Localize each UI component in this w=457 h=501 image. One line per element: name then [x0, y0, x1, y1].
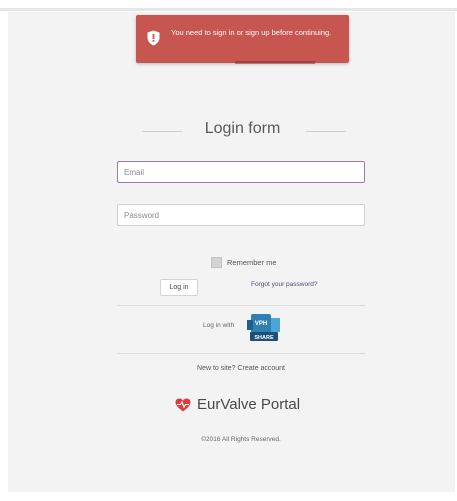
remember-checkbox[interactable]	[211, 257, 222, 268]
alert-message: You need to sign in or sign up before co…	[171, 28, 332, 37]
heart-icon	[175, 398, 191, 412]
top-border	[0, 8, 457, 11]
login-panel	[8, 12, 455, 492]
alert-banner: You need to sign in or sign up before co…	[136, 15, 349, 63]
alert-shadow-bar	[235, 61, 315, 64]
copyright: ©2016 All Rights Reserved.	[201, 436, 281, 443]
forgot-password-link[interactable]: Forgot your password?	[251, 281, 317, 288]
email-input[interactable]	[117, 161, 365, 183]
remember-label: Remember me	[227, 258, 277, 267]
form-header: Login form	[120, 120, 365, 142]
title-rule-right	[306, 131, 346, 132]
vph-share-logo[interactable]: VPH SHARE	[245, 314, 282, 343]
shield-icon	[147, 30, 160, 46]
login-button[interactable]: Log in	[160, 279, 198, 296]
login-with-label: Log in with	[203, 322, 235, 329]
vph-logo-text: VPH	[255, 321, 267, 327]
password-input[interactable]	[117, 204, 365, 226]
form-title: Login form	[204, 120, 281, 137]
page: You need to sign in or sign up before co…	[0, 0, 457, 501]
portal-name: EurValve Portal	[197, 396, 301, 413]
divider	[117, 305, 365, 306]
vph-logo-subtext: SHARE	[254, 335, 274, 341]
divider	[117, 353, 365, 354]
create-account-text[interactable]: New to site? Create account	[117, 365, 365, 372]
